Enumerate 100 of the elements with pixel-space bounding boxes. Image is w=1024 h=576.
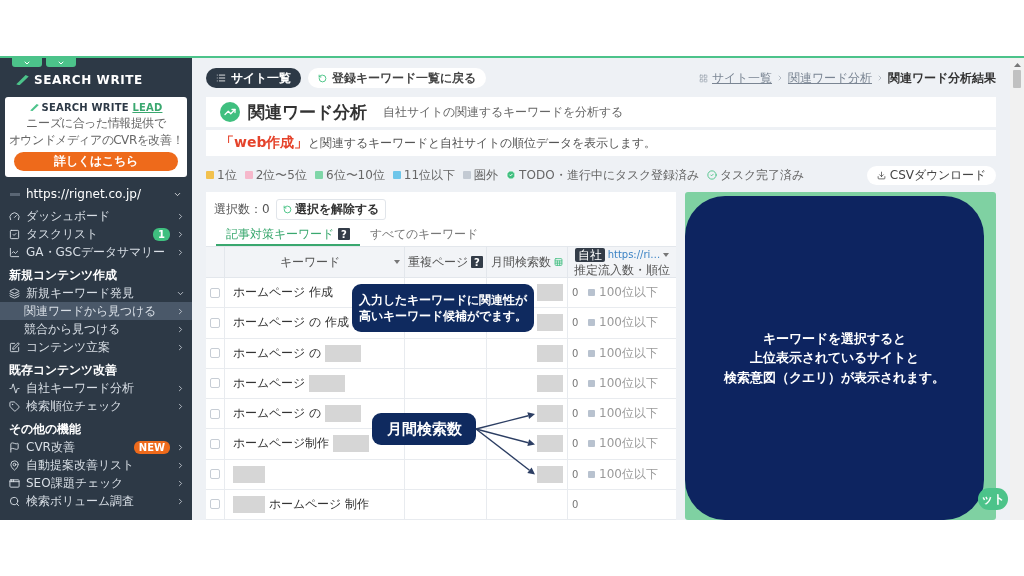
redacted-block xyxy=(537,314,563,332)
download-icon xyxy=(876,170,886,180)
rank-square-icon xyxy=(588,319,595,327)
nav-subitem[interactable]: 競合から見つける xyxy=(0,320,192,339)
keyword-text: ホームページ の xyxy=(233,344,321,362)
legend-label: 11位以下 xyxy=(403,166,456,184)
inflow-value: 0 xyxy=(572,377,580,389)
rank-square-icon xyxy=(588,410,595,418)
row-checkbox[interactable] xyxy=(210,469,220,480)
notice-text: 「web作成」と関連するキーワードと自社サイトの順位データを表示します。 xyxy=(220,134,657,152)
row-checkbox[interactable] xyxy=(210,287,220,298)
layers-icon xyxy=(9,287,20,299)
rank-text: 100位以下 xyxy=(599,314,658,332)
nav-heading: 既存コンテンツ改善 xyxy=(8,361,118,379)
redacted-block xyxy=(537,405,563,423)
keyword-text: ホームページ の xyxy=(233,405,321,423)
nav-item[interactable]: 検索ボリューム調査 xyxy=(0,492,192,511)
scroll-up-arrow-icon[interactable] xyxy=(1013,63,1021,67)
scrollbar-thumb[interactable] xyxy=(1013,70,1021,88)
breadcrumb-current: 関連ワード分析結果 xyxy=(888,69,996,87)
row-checkbox[interactable] xyxy=(210,348,220,359)
row-checkbox[interactable] xyxy=(210,378,220,389)
overlay-text: 検索意図（クエリ）が表示されます。 xyxy=(724,368,945,387)
legend-label: TODO・進行中にタスク登録済み xyxy=(519,166,699,184)
check-square-icon xyxy=(9,228,20,240)
rank-text: 100位以下 xyxy=(599,435,658,453)
site-list-button[interactable]: サイト一覧 xyxy=(206,68,301,88)
grid-icon xyxy=(699,73,708,83)
promo-text: オウンドメディアのCVRを改善！ xyxy=(8,132,184,149)
row-checkbox[interactable] xyxy=(210,408,220,419)
search-icon xyxy=(9,495,20,507)
redacted-block xyxy=(333,435,369,453)
nav-badge: 1 xyxy=(153,227,170,241)
column-header: キーワード xyxy=(280,255,340,269)
app-logo: SEARCH WRITE xyxy=(34,73,143,87)
redacted-block xyxy=(537,284,563,302)
rank-square-icon xyxy=(588,440,595,448)
column-header: 推定流入数・順位 xyxy=(574,262,670,277)
fold-tab[interactable] xyxy=(46,58,76,67)
undo-icon xyxy=(282,204,292,214)
chevron-right-icon xyxy=(776,74,784,82)
page-subtitle: 自社サイトの関連するキーワードを分析する xyxy=(383,103,623,121)
nav-heading: その他の機能 xyxy=(8,420,82,438)
inflow-value: 0 xyxy=(572,347,580,359)
sort-caret-icon[interactable] xyxy=(663,252,670,257)
redacted-block xyxy=(324,344,361,362)
redacted-block xyxy=(537,374,563,392)
inflow-value: 0 xyxy=(572,498,580,510)
logo-icon xyxy=(29,103,39,112)
nav-item[interactable]: コンテンツ立案 xyxy=(0,338,192,357)
nav-subitem[interactable]: 関連ワードから見つける xyxy=(0,302,192,321)
inflow-value: 0 xyxy=(572,438,580,450)
nav-item[interactable]: CVR改善 NEW xyxy=(0,438,192,457)
help-mark[interactable]: ? xyxy=(471,256,483,268)
keyword-text: ホームページ の 作成 xyxy=(233,314,349,332)
nav-item[interactable]: タスクリスト 1 xyxy=(0,225,192,244)
help-mark[interactable]: ? xyxy=(338,228,350,240)
legend-label: タスク完了済み xyxy=(719,166,804,184)
row-checkbox[interactable] xyxy=(210,438,220,449)
check-circle-icon xyxy=(506,170,517,180)
column-header: 重複ページ xyxy=(408,255,468,269)
tab[interactable]: すべてのキーワード xyxy=(360,224,488,246)
breadcrumb-link[interactable]: 関連ワード分析 xyxy=(788,69,872,87)
promo-text: ニーズに合った情報提供で xyxy=(26,116,166,132)
legend-label: 1位 xyxy=(217,166,237,184)
nav-item[interactable]: GA・GSCデータサマリー xyxy=(0,243,192,262)
column-header: 月間検索数 xyxy=(491,255,551,269)
nav-item[interactable]: 自動提案改善リスト xyxy=(0,456,192,475)
nav-item[interactable]: 新規キーワード発見 xyxy=(0,284,192,303)
callout-text: 月間検索数 xyxy=(386,418,462,440)
rank-text: 100位以下 xyxy=(599,344,658,362)
legend-label: 6位〜10位 xyxy=(325,166,385,184)
rank-text: 100位以下 xyxy=(599,465,658,483)
inflow-value: 0 xyxy=(572,317,580,329)
clear-selection-button[interactable]: 選択を解除する xyxy=(275,198,386,220)
site-link[interactable]: https://ri… xyxy=(607,249,661,260)
row-checkbox[interactable] xyxy=(210,317,220,328)
sort-caret-icon[interactable] xyxy=(394,260,400,264)
nav-item[interactable]: 自社キーワード分析 xyxy=(0,379,192,398)
csv-download-button[interactable]: CSVダウンロード xyxy=(866,165,996,185)
row-checkbox[interactable] xyxy=(210,499,220,510)
line-chart-icon xyxy=(9,246,20,258)
breadcrumb-link[interactable]: サイト一覧 xyxy=(712,69,772,87)
site-selector[interactable]: https://rignet.co.jp/ xyxy=(0,183,192,206)
nav-item[interactable]: 検索順位チェック xyxy=(0,397,192,416)
rank-square-icon xyxy=(588,289,595,297)
redacted-block xyxy=(324,405,361,423)
callout-text: 入力したキーワードに関連性が xyxy=(359,292,527,309)
redacted-block xyxy=(233,465,265,483)
gauge-icon xyxy=(9,210,20,222)
rank-text: 100位以下 xyxy=(599,374,658,392)
nav-item[interactable]: ダッシュボード xyxy=(0,207,192,226)
undo-icon xyxy=(318,73,327,83)
legend-label: 圏外 xyxy=(474,166,499,184)
spreadsheet-icon[interactable] xyxy=(554,257,563,267)
nav-item[interactable]: SEO課題チェック xyxy=(0,474,192,493)
fold-tab[interactable] xyxy=(12,58,42,67)
back-button[interactable]: 登録キーワード一覧に戻る xyxy=(308,68,486,88)
favicon-placeholder xyxy=(10,192,20,196)
page-title: 関連ワード分析 xyxy=(248,100,367,124)
